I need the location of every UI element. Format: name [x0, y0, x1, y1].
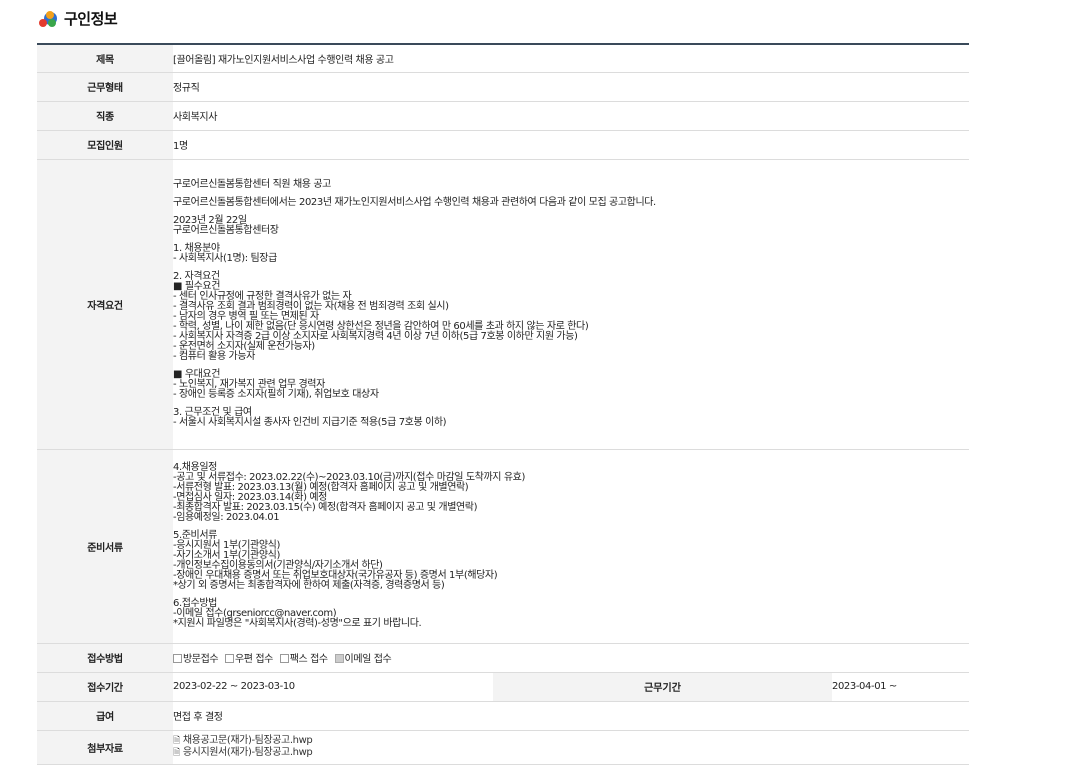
label-salary: 급여 — [37, 701, 173, 731]
page-title: 구인정보 — [64, 9, 118, 28]
text-line: 구로어르신돌봄통합센터에서는 2023년 재가노인지원서비스사업 수행인력 채용… — [173, 197, 656, 208]
text-line: 구로어르신돌봄통합센터장 — [173, 225, 279, 236]
text-line: 1. 채용분야 — [173, 243, 220, 254]
job-info-table: 제목 [끌어올림] 재가노인지원서비스사업 수행인력 채용 공고 근무형태 정규… — [37, 43, 970, 765]
value-apply-method: 방문접수 우편 접수 팩스 접수 이메일 접수 — [173, 643, 970, 673]
label-attachments: 첨부자료 — [37, 730, 173, 765]
value-job: 사회복지사 — [173, 101, 970, 131]
value-qualification: 구로어르신돌봄통합센터 직원 채용 공고구로어르신돌봄통합센터에서는 2023년… — [173, 159, 970, 450]
documents-text: 4.채용일정 -공고 및 서류접수: 2023.02.22(수)~2023.03.… — [173, 463, 969, 629]
label-qualification: 자격요건 — [37, 159, 173, 450]
label-job: 직종 — [37, 101, 173, 131]
label-documents: 준비서류 — [37, 449, 173, 644]
row-attachments: 첨부자료 🗎 채용공고문(재가)-팀장공고.hwp 🗎 응시지원서(재가)-팀장공고… — [37, 730, 970, 765]
value-attachments: 🗎 채용공고문(재가)-팀장공고.hwp 🗎 응시지원서(재가)-팀장공고.hwp — [173, 730, 970, 765]
text-line: - 장애인 등록증 소지자(필히 기재), 취업보호 대상자 — [173, 389, 379, 400]
label-headcount: 모집인원 — [37, 130, 173, 160]
checkbox-mail — [224, 654, 234, 663]
method-email: 이메일 접수 — [334, 654, 392, 665]
logo-icon — [37, 7, 59, 29]
file-icon: 🗎 — [173, 748, 180, 758]
row-work-type: 근무형태 정규직 — [37, 72, 970, 102]
row-qualification: 자격요건 구로어르신돌봄통합센터 직원 채용 공고구로어르신돌봄통합센터에서는 … — [37, 159, 970, 450]
method-visit: 방문접수 — [173, 654, 219, 665]
text-line: 2. 자격요건 — [173, 271, 220, 282]
label-title: 제목 — [37, 44, 173, 73]
value-work-type: 정규직 — [173, 72, 970, 102]
checkbox-fax — [279, 654, 289, 663]
qualification-text: 구로어르신돌봄통합센터 직원 채용 공고구로어르신돌봄통합센터에서는 2023년… — [173, 180, 969, 428]
text-line: 5.준비서류 — [173, 530, 217, 541]
row-documents: 준비서류 4.채용일정 -공고 및 서류접수: 2023.02.22(수)~202… — [37, 449, 970, 644]
row-salary: 급여 면접 후 결정 — [37, 701, 970, 731]
label-work-period: 근무기간 — [493, 672, 832, 702]
label-apply-period: 접수기간 — [37, 672, 173, 702]
value-documents: 4.채용일정 -공고 및 서류접수: 2023.02.22(수)~2023.03.… — [173, 449, 970, 644]
row-period: 접수기간 2023-02-22 ~ 2023-03-10 근무기간 2023-0… — [37, 672, 970, 702]
text-line: - 컴퓨터 활용 가능자 — [173, 351, 255, 362]
value-salary: 면접 후 결정 — [173, 701, 970, 731]
checkbox-visit — [173, 654, 182, 663]
attachment-link[interactable]: 🗎 채용공고문(재가)-팀장공고.hwp — [173, 735, 969, 747]
checkbox-email — [334, 654, 344, 663]
row-job: 직종 사회복지사 — [37, 101, 970, 131]
text-line: - 서울시 사회복지시설 종사자 인건비 지급기준 적용(5급 7호봉 이하) — [173, 417, 447, 428]
text-line: - 운전면허 소지자(실제 운전가능자) — [173, 341, 315, 352]
file-icon: 🗎 — [173, 736, 180, 746]
attachment-link[interactable]: 🗎 응시지원서(재가)-팀장공고.hwp — [173, 747, 969, 759]
row-title: 제목 [끌어올림] 재가노인지원서비스사업 수행인력 채용 공고 — [37, 44, 970, 73]
row-apply-method: 접수방법 방문접수 우편 접수 팩스 접수 이메일 접수 — [37, 643, 970, 673]
value-apply-period: 2023-02-22 ~ 2023-03-10 — [173, 672, 493, 702]
text-line: - 사회복지사(1명): 팀장급 — [173, 253, 277, 264]
method-mail: 우편 접수 — [224, 654, 273, 665]
value-work-period: 2023-04-01 ~ — [832, 672, 970, 702]
value-title: [끌어올림] 재가노인지원서비스사업 수행인력 채용 공고 — [173, 44, 970, 73]
value-headcount: 1명 — [173, 130, 970, 160]
text-line: -최종합격자 발표: 2023.03.15(수) 예정(합격자 홈페이지 공고 … — [173, 502, 478, 513]
text-line: *상기 외 증명서는 최종합격자에 한하여 제출(자격증, 경력증명서 등) — [173, 580, 445, 591]
text-line: -임용예정일: 2023.04.01 — [173, 512, 280, 523]
method-fax: 팩스 접수 — [279, 654, 328, 665]
page-header: 구인정보 — [37, 6, 118, 30]
text-line: -응시지원서 1부(기관양식) — [173, 540, 280, 551]
label-work-type: 근무형태 — [37, 72, 173, 102]
text-line: 2023년 2월 22일 — [173, 215, 247, 226]
text-line: 구로어르신돌봄통합센터 직원 채용 공고 — [173, 179, 331, 190]
row-headcount: 모집인원 1명 — [37, 130, 970, 160]
text-line: *지원시 파일명은 "사회복지사(경력)-성명"으로 표기 바랍니다. — [173, 618, 422, 629]
label-apply-method: 접수방법 — [37, 643, 173, 673]
